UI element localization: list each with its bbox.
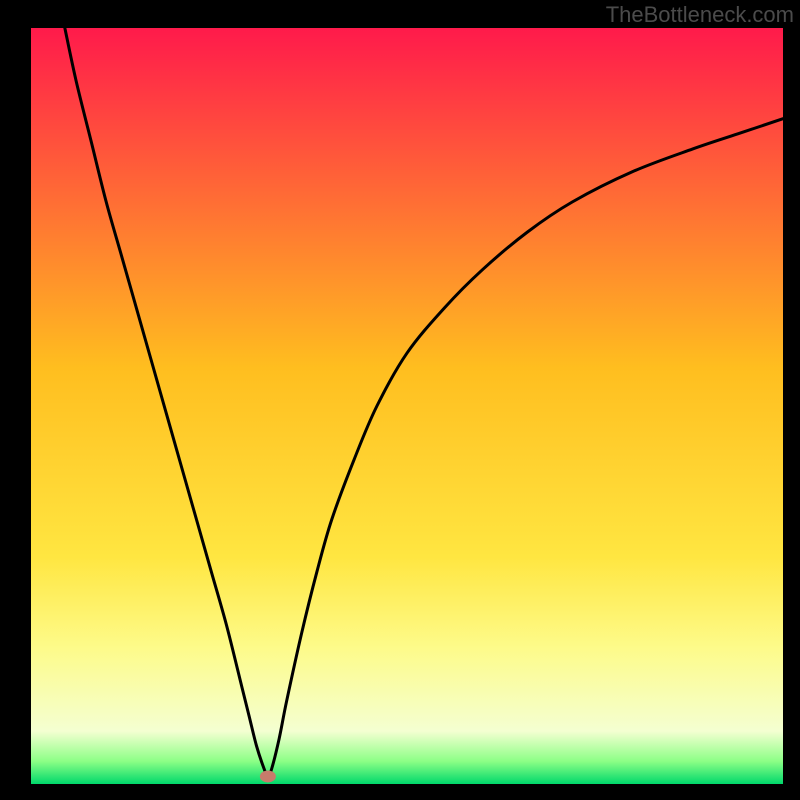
chart-background [31, 28, 783, 784]
bottleneck-chart: TheBottleneck.com [0, 0, 800, 800]
attribution-text: TheBottleneck.com [606, 2, 794, 28]
chart-marker [260, 770, 276, 782]
chart-canvas [0, 0, 800, 800]
